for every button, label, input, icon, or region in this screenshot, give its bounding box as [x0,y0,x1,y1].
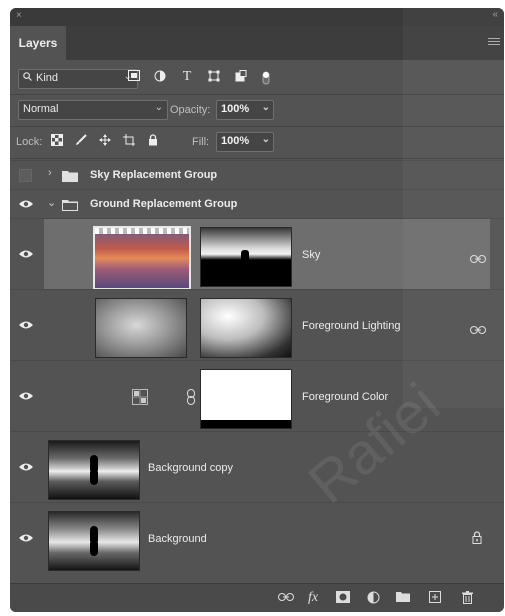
background-thumbnail[interactable] [48,511,140,571]
visibility-eye-icon[interactable] [19,320,37,332]
close-panel-icon[interactable]: × [16,10,22,21]
layer-row-background[interactable]: Background [10,502,504,573]
foreground-lighting-mask-thumbnail[interactable] [200,298,292,358]
visibility-toggle-off[interactable] [19,169,32,182]
fill-adjustment-icon[interactable] [132,389,148,410]
background-copy-thumbnail[interactable] [48,440,140,500]
panel-titlebar: × « [10,8,504,26]
visibility-eye-icon[interactable] [19,249,37,261]
lock-all-icon[interactable] [146,134,160,148]
layer-row-foreground-color[interactable]: Foreground Color [10,360,504,431]
blend-mode-select[interactable]: Normal ⌄ [18,100,168,120]
divider [10,94,504,95]
chevron-down-icon: ⌄ [261,134,270,145]
smart-object-filter-icon[interactable] [234,70,248,84]
visibility-eye-icon[interactable] [19,462,37,474]
layer-row-foreground-lighting[interactable]: Foreground Lighting [10,289,504,360]
type-filter-icon[interactable]: T [180,70,194,84]
layer-effects-fx-icon[interactable]: fx [306,591,320,605]
filter-toggle-icon[interactable] [259,70,273,85]
lock-artboard-icon[interactable] [122,134,136,148]
opacity-value: 100% [221,103,250,115]
layer-name: Background copy [148,462,233,474]
filter-kind-label: Kind [36,72,59,84]
folder-icon [62,169,78,187]
sky-mask-thumbnail[interactable] [200,227,292,287]
adjustment-layer-icon[interactable] [366,591,380,605]
chain-link-icon[interactable] [186,389,196,410]
layer-name: Sky [302,249,321,261]
lock-icon[interactable] [472,531,482,549]
lock-position-move-icon[interactable] [98,134,112,148]
panel-footer-toolbar: fx [10,583,504,612]
folder-open-icon [62,198,78,216]
new-group-folder-icon[interactable] [396,591,410,605]
delete-layer-trash-icon[interactable] [460,591,474,605]
add-mask-icon[interactable] [336,591,350,605]
divider [10,158,504,159]
layer-row-background-copy[interactable]: Background copy [10,431,504,502]
new-layer-icon[interactable] [428,591,442,605]
layer-row-sky-replacement-group[interactable]: › Sky Replacement Group [10,160,504,189]
search-icon [23,72,32,84]
layers-panel: × « Layers Kind ⌄ T Normal ⌄ Opacity: 10… [10,8,504,612]
filter-kind-select[interactable]: Kind ⌄ [18,69,138,89]
image-filter-icon[interactable] [127,70,141,84]
link-icon[interactable] [470,251,486,263]
visibility-eye-icon[interactable] [19,533,37,545]
blend-mode-label: Normal [23,103,59,115]
shape-filter-icon[interactable] [207,70,221,84]
foreground-lighting-thumbnail[interactable] [95,298,187,358]
layer-name: Foreground Lighting [302,320,401,332]
foreground-color-mask-thumbnail[interactable] [200,369,292,429]
layer-row-sky[interactable]: Sky [10,218,504,290]
panel-menu-icon[interactable] [488,38,500,46]
lock-transparency-icon[interactable] [50,134,64,148]
visibility-eye-icon[interactable] [19,391,37,403]
adjustment-filter-icon[interactable] [153,70,167,84]
sky-layer-thumbnail[interactable] [93,226,191,290]
chevron-down-icon: ⌄ [154,102,163,113]
lock-pixels-brush-icon[interactable] [74,134,88,148]
panel-tab-row: Layers [10,26,504,60]
chevron-down-icon[interactable]: ⌄ [47,196,56,209]
link-icon[interactable] [470,322,486,334]
opacity-input[interactable]: 100% ⌄ [216,100,274,120]
collapse-panel-icon[interactable]: « [492,9,498,20]
tab-layers[interactable]: Layers [10,26,66,60]
visibility-eye-icon[interactable] [19,199,37,211]
layer-name: Ground Replacement Group [90,198,238,210]
chevron-right-icon[interactable]: › [48,167,52,179]
layer-name: Background [148,533,207,545]
fill-label: Fill: [192,136,210,148]
divider [10,126,504,127]
fill-input[interactable]: 100% ⌄ [216,132,274,152]
link-layers-icon[interactable] [278,591,294,605]
layer-name: Sky Replacement Group [90,169,218,181]
fill-value: 100% [221,135,250,147]
layer-row-ground-replacement-group[interactable]: ⌄ Ground Replacement Group [10,189,504,218]
layer-name: Foreground Color [302,391,389,403]
chevron-down-icon: ⌄ [261,102,270,113]
opacity-label: Opacity: [170,104,211,116]
lock-label: Lock: [16,136,43,148]
